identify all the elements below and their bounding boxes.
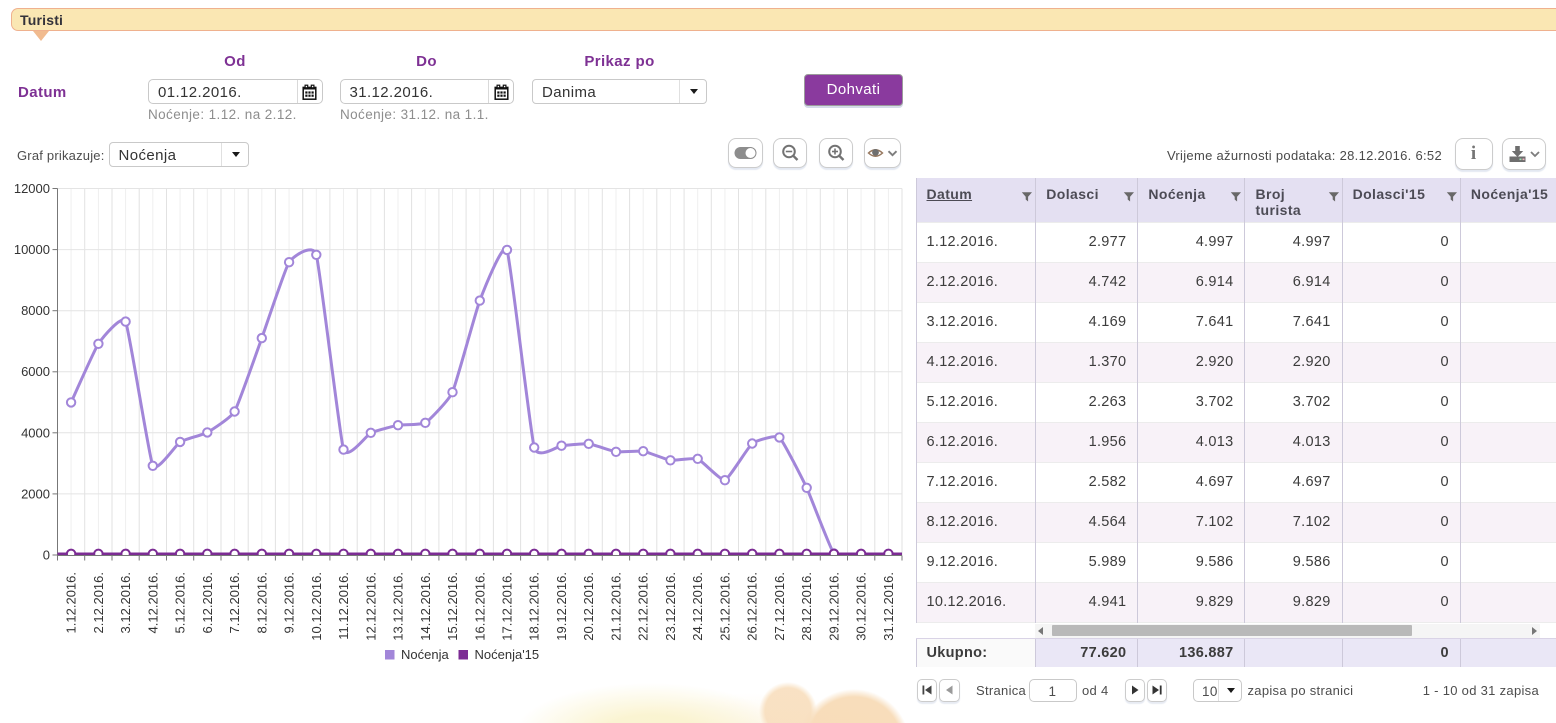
svg-text:8000: 8000 bbox=[21, 303, 50, 318]
svg-text:8.12.2016.: 8.12.2016. bbox=[254, 572, 269, 633]
svg-text:22.12.2016.: 22.12.2016. bbox=[636, 572, 651, 641]
svg-text:17.12.2016.: 17.12.2016. bbox=[500, 572, 515, 641]
svg-text:25.12.2016.: 25.12.2016. bbox=[717, 572, 732, 641]
svg-text:27.12.2016.: 27.12.2016. bbox=[772, 572, 787, 641]
svg-text:13.12.2016.: 13.12.2016. bbox=[391, 572, 406, 641]
svg-text:10000: 10000 bbox=[14, 242, 50, 257]
svg-text:5.12.2016.: 5.12.2016. bbox=[173, 572, 188, 633]
svg-text:1.12.2016.: 1.12.2016. bbox=[64, 572, 79, 633]
svg-text:9.12.2016.: 9.12.2016. bbox=[282, 572, 297, 633]
svg-text:11.12.2016.: 11.12.2016. bbox=[336, 572, 351, 640]
svg-text:4000: 4000 bbox=[21, 425, 50, 440]
svg-text:Noćenja: Noćenja bbox=[401, 647, 449, 662]
svg-text:0: 0 bbox=[43, 548, 50, 563]
svg-text:16.12.2016.: 16.12.2016. bbox=[472, 572, 487, 641]
svg-text:29.12.2016.: 29.12.2016. bbox=[826, 572, 841, 641]
svg-text:26.12.2016.: 26.12.2016. bbox=[745, 572, 760, 641]
svg-text:18.12.2016.: 18.12.2016. bbox=[527, 572, 542, 641]
svg-text:15.12.2016.: 15.12.2016. bbox=[445, 572, 460, 641]
svg-text:6000: 6000 bbox=[21, 364, 50, 379]
svg-text:24.12.2016.: 24.12.2016. bbox=[690, 572, 705, 641]
svg-text:14.12.2016.: 14.12.2016. bbox=[418, 572, 433, 641]
svg-text:10.12.2016.: 10.12.2016. bbox=[309, 572, 324, 641]
svg-text:2.12.2016.: 2.12.2016. bbox=[91, 572, 106, 633]
svg-text:30.12.2016.: 30.12.2016. bbox=[854, 572, 869, 641]
svg-text:20.12.2016.: 20.12.2016. bbox=[581, 572, 596, 641]
svg-text:28.12.2016.: 28.12.2016. bbox=[799, 572, 814, 641]
svg-text:Noćenja'15: Noćenja'15 bbox=[475, 647, 540, 662]
svg-text:12.12.2016.: 12.12.2016. bbox=[363, 572, 378, 641]
svg-text:6.12.2016.: 6.12.2016. bbox=[200, 572, 215, 633]
svg-text:31.12.2016.: 31.12.2016. bbox=[881, 572, 896, 641]
svg-text:23.12.2016.: 23.12.2016. bbox=[663, 572, 678, 641]
svg-text:7.12.2016.: 7.12.2016. bbox=[227, 572, 242, 633]
svg-text:4.12.2016.: 4.12.2016. bbox=[145, 572, 160, 633]
svg-text:21.12.2016.: 21.12.2016. bbox=[609, 572, 624, 641]
svg-text:12000: 12000 bbox=[14, 181, 50, 196]
svg-text:2000: 2000 bbox=[21, 486, 50, 501]
svg-text:19.12.2016.: 19.12.2016. bbox=[554, 572, 569, 641]
svg-text:3.12.2016.: 3.12.2016. bbox=[118, 572, 133, 633]
